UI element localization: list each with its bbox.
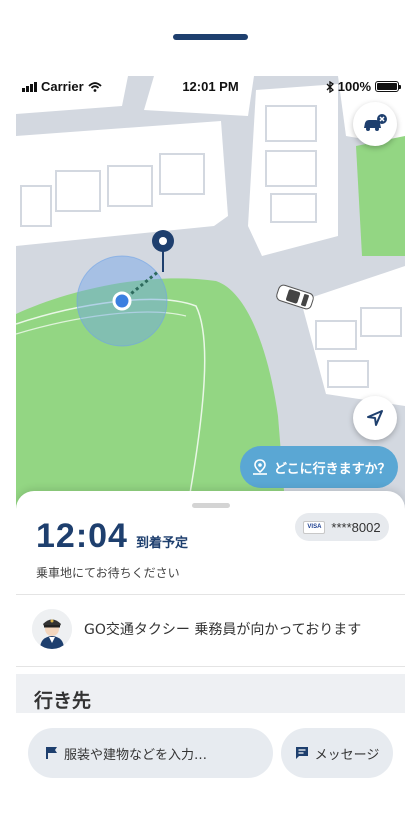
sheet-grabber[interactable] [192,503,230,508]
bottom-action-bar: 服装や建物などを入力… メッセージ [16,713,405,830]
map-pin-icon [253,459,267,475]
destination-section-title: 行き先 [34,690,92,712]
phone-screen: Carrier 12:01 PM 100% どこに行きますか？ 12:04 到着… [16,76,405,830]
status-bar: Carrier 12:01 PM 100% [16,76,405,98]
eta-time: 12:04 [36,517,128,555]
chat-icon [295,747,308,759]
flag-icon [46,747,57,759]
car-cancel-icon [364,114,387,131]
driver-avatar-icon [32,609,72,649]
wait-message: 乗車地にてお待ちください [36,566,180,580]
message-button[interactable]: メッセージ [281,728,393,778]
driver-status-text: GO交通タクシー 乗務員が向かっております [84,622,362,638]
driver-status-row: GO交通タクシー 乗務員が向かっております [32,609,361,649]
ride-sheet: 12:04 到着予定 乗車地にてお待ちください VISA ****8002 GO… [16,491,405,830]
battery-percent: 100% [337,79,371,94]
message-label: メッセージ [314,747,380,763]
top-handle [173,34,248,40]
landmark-input-placeholder: 服装や建物などを入力… [64,747,208,763]
eta-label: 到着予定 [135,536,188,551]
payment-card-button[interactable]: VISA ****8002 [295,513,389,541]
battery-icon [375,81,401,92]
driver-avatar [32,609,72,649]
destination-button[interactable]: どこに行きますか？ [240,446,398,488]
visa-card-icon: VISA [303,520,326,534]
destination-label: どこに行きますか？ [274,461,391,477]
current-location-button[interactable] [353,396,397,440]
landmark-input[interactable]: 服装や建物などを入力… [28,728,273,778]
cancel-ride-button[interactable] [353,102,397,146]
divider [16,594,405,595]
card-number: ****8002 [331,519,381,535]
eta-row: 12:04 到着予定 [36,517,188,556]
navigation-arrow-icon [367,410,383,426]
app-screen: Carrier 12:01 PM 100% どこに行きますか？ 12:04 到着… [0,0,420,830]
divider [16,666,405,667]
bluetooth-icon [326,80,334,93]
